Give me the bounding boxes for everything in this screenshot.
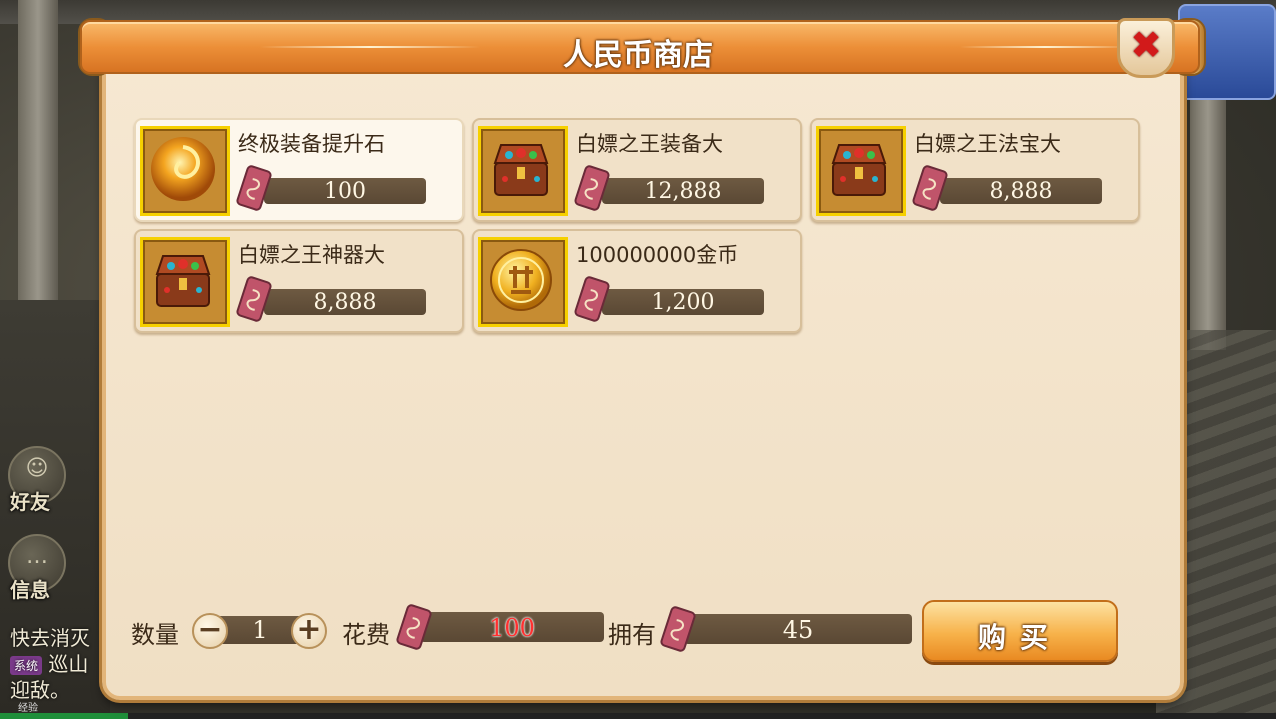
coupon-icon bbox=[396, 604, 432, 650]
item-icon-frame bbox=[140, 126, 230, 216]
golden-orb-icon bbox=[151, 137, 215, 201]
plus-icon: + bbox=[296, 612, 322, 647]
item-icon-frame bbox=[816, 126, 906, 216]
close-icon: ✖ bbox=[1130, 23, 1162, 67]
chat-bubble-icon: … bbox=[26, 544, 48, 569]
price-bar: 100 bbox=[264, 178, 426, 204]
messages-label: 信息 bbox=[10, 578, 50, 602]
owned-bar: 45 bbox=[684, 614, 912, 644]
decrement-button[interactable]: − bbox=[192, 612, 228, 649]
coupon-icon bbox=[660, 606, 696, 652]
item-price: 8,888 bbox=[989, 179, 1053, 204]
item-price: 1,200 bbox=[651, 290, 715, 315]
item-price: 100 bbox=[324, 179, 366, 204]
item-icon-frame bbox=[478, 126, 568, 216]
chat-line: 快去消灭 bbox=[10, 626, 90, 650]
item-price: 8,888 bbox=[313, 290, 377, 315]
treasure-chest-icon bbox=[155, 255, 211, 307]
increment-button[interactable]: + bbox=[291, 612, 327, 649]
buy-button[interactable]: 购买 bbox=[922, 600, 1118, 662]
item-name: 白嫖之王装备大 bbox=[576, 132, 723, 156]
item-price: 12,888 bbox=[644, 179, 722, 204]
treasure-chest-icon bbox=[493, 144, 549, 196]
xp-label: 经验 bbox=[18, 703, 38, 714]
friends-icon: ☺ bbox=[25, 456, 49, 481]
cost-value: 100 bbox=[489, 614, 535, 642]
coupon-icon bbox=[236, 165, 272, 211]
coupon-icon bbox=[912, 165, 948, 211]
price-bar: 8,888 bbox=[940, 178, 1102, 204]
item-name: 白嫖之王法宝大 bbox=[914, 132, 1061, 156]
price-bar: 1,200 bbox=[602, 289, 764, 315]
scene-pillar bbox=[1190, 90, 1226, 350]
treasure-chest-icon bbox=[831, 144, 887, 196]
coupon-icon bbox=[236, 276, 272, 322]
system-tag: 系统 bbox=[10, 656, 43, 675]
cost-bar: 100 bbox=[420, 612, 604, 642]
price-bar: 12,888 bbox=[602, 178, 764, 204]
coupon-icon bbox=[574, 165, 610, 211]
cost-label: 花费 bbox=[342, 621, 390, 649]
minus-icon: − bbox=[197, 612, 223, 647]
shop-item-card[interactable]: 100000000金币 1,200 bbox=[472, 229, 802, 333]
chat-text: 巡山 bbox=[48, 652, 89, 676]
chat-line: 系统 巡山 bbox=[10, 648, 88, 677]
xp-bar bbox=[0, 713, 1276, 719]
item-icon-frame bbox=[140, 237, 230, 327]
shop-item-card[interactable]: 终极装备提升石 100 bbox=[134, 118, 464, 222]
item-name: 终极装备提升石 bbox=[238, 132, 385, 156]
buy-button-label: 购买 bbox=[977, 621, 1062, 654]
shop-item-card[interactable]: 白嫖之王法宝大 8,888 bbox=[810, 118, 1140, 222]
item-icon-frame bbox=[478, 237, 568, 327]
price-bar: 8,888 bbox=[264, 289, 426, 315]
close-button[interactable]: ✖ bbox=[1117, 18, 1175, 78]
friends-label: 好友 bbox=[10, 490, 50, 514]
item-name: 白嫖之王神器大 bbox=[238, 243, 385, 267]
coupon-icon bbox=[574, 276, 610, 322]
shop-item-card[interactable]: 白嫖之王装备大 12,888 bbox=[472, 118, 802, 222]
gold-coin-icon bbox=[490, 249, 552, 311]
item-name: 100000000金币 bbox=[576, 243, 739, 267]
quantity-label: 数量 bbox=[131, 621, 179, 649]
owned-value: 45 bbox=[782, 616, 814, 644]
owned-label: 拥有 bbox=[608, 621, 656, 649]
shop-item-card[interactable]: 白嫖之王神器大 8,888 bbox=[134, 229, 464, 333]
dialog-title: 人民币商店 bbox=[563, 38, 713, 73]
